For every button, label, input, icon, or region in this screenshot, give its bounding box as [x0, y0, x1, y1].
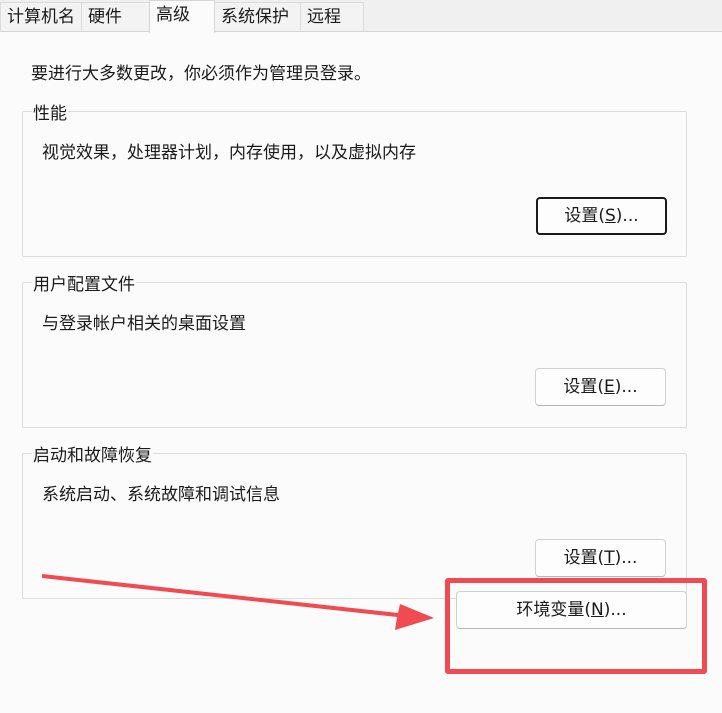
performance-group-title: 性能 [32, 99, 68, 124]
tab-advanced[interactable]: 高级 [149, 0, 215, 33]
admin-notice: 要进行大多数更改，你必须作为管理员登录。 [31, 64, 371, 84]
user-profiles-settings-button[interactable]: 设置(E)... [535, 368, 666, 406]
tab-computer-name[interactable]: 计算机名 [0, 2, 82, 31]
startup-recovery-settings-label: 设置(T)... [563, 548, 638, 568]
performance-description: 视觉效果，处理器计划，内存使用，以及虚拟内存 [42, 143, 416, 163]
startup-recovery-description: 系统启动、系统故障和调试信息 [42, 485, 280, 505]
startup-recovery-settings-button[interactable]: 设置(T)... [535, 539, 666, 577]
tab-remote[interactable]: 远程 [300, 2, 364, 31]
user-profiles-group-title: 用户配置文件 [32, 270, 136, 295]
startup-recovery-group-title: 启动和故障恢复 [32, 441, 153, 466]
tab-system-protection[interactable]: 系统保护 [214, 2, 301, 31]
performance-settings-label: 设置(S)... [564, 206, 639, 226]
user-profiles-settings-label: 设置(E)... [563, 377, 638, 397]
user-profiles-description: 与登录帐户相关的桌面设置 [42, 314, 246, 334]
user-profiles-group: 用户配置文件 与登录帐户相关的桌面设置 设置(E)... [22, 270, 687, 428]
tab-hardware[interactable]: 硬件 [81, 2, 150, 31]
tab-bar: 计算机名 硬件 高级 系统保护 远程 [0, 0, 722, 33]
performance-settings-button[interactable]: 设置(S)... [536, 197, 667, 235]
performance-group: 性能 视觉效果，处理器计划，内存使用，以及虚拟内存 设置(S)... [22, 99, 687, 257]
annotation-highlight-box [445, 578, 707, 674]
